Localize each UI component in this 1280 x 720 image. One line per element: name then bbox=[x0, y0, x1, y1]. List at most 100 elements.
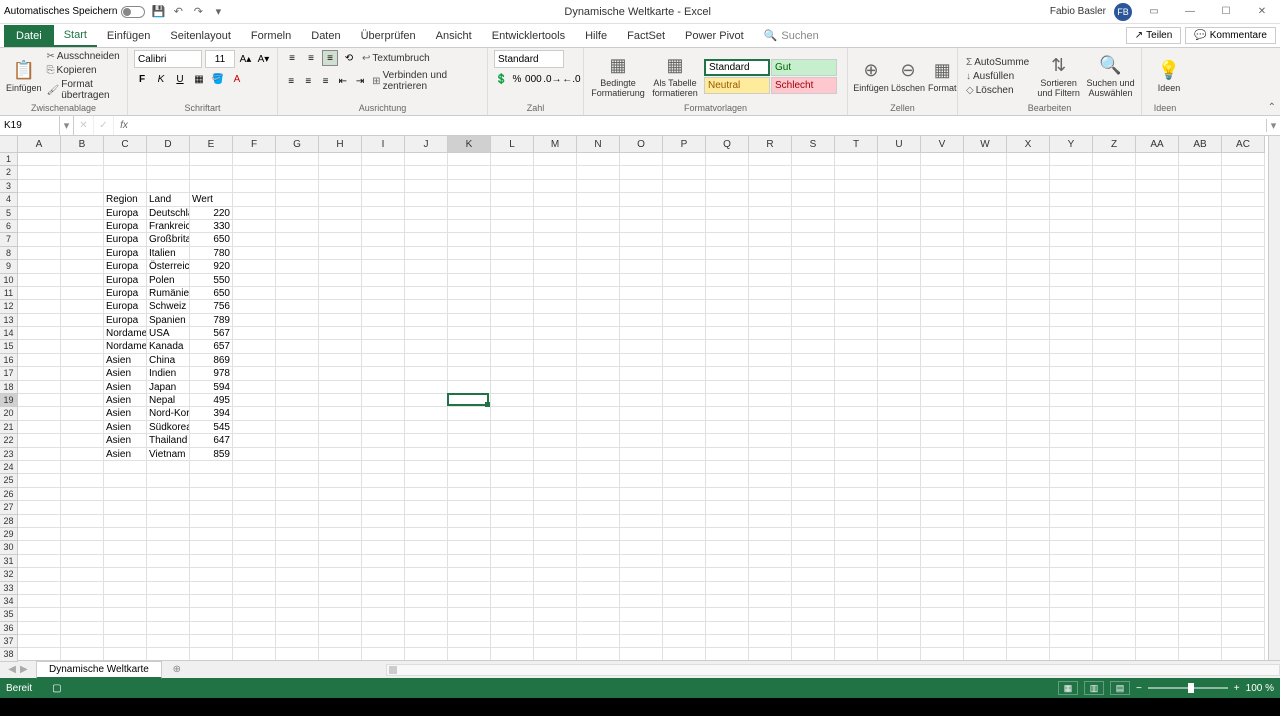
cell[interactable] bbox=[276, 394, 319, 407]
cell[interactable]: 859 bbox=[190, 448, 233, 461]
cell[interactable] bbox=[835, 381, 878, 394]
cell[interactable] bbox=[190, 153, 233, 166]
col-header[interactable]: I bbox=[362, 136, 405, 153]
search-box[interactable]: 🔍 Suchen bbox=[764, 29, 819, 42]
cell[interactable] bbox=[1050, 501, 1093, 514]
cell[interactable] bbox=[448, 381, 491, 394]
cell[interactable] bbox=[534, 622, 577, 635]
cell[interactable] bbox=[749, 153, 792, 166]
cell[interactable] bbox=[1007, 461, 1050, 474]
cell[interactable] bbox=[104, 648, 147, 660]
cell[interactable] bbox=[18, 448, 61, 461]
cell[interactable] bbox=[448, 648, 491, 660]
cell[interactable] bbox=[706, 582, 749, 595]
cell[interactable] bbox=[577, 260, 620, 273]
cell[interactable] bbox=[1179, 461, 1222, 474]
cell[interactable] bbox=[18, 180, 61, 193]
cell[interactable] bbox=[706, 501, 749, 514]
cell[interactable] bbox=[749, 635, 792, 648]
cell[interactable] bbox=[190, 608, 233, 621]
cell[interactable] bbox=[233, 193, 276, 206]
cell[interactable] bbox=[233, 635, 276, 648]
cell[interactable] bbox=[964, 448, 1007, 461]
cell[interactable] bbox=[792, 448, 835, 461]
cell[interactable]: Europa bbox=[104, 247, 147, 260]
cell[interactable] bbox=[448, 166, 491, 179]
cell[interactable] bbox=[362, 166, 405, 179]
row-header[interactable]: 14 bbox=[0, 327, 18, 340]
cell[interactable] bbox=[233, 528, 276, 541]
cell[interactable] bbox=[878, 220, 921, 233]
cell[interactable] bbox=[61, 381, 104, 394]
cell[interactable] bbox=[319, 474, 362, 487]
cell[interactable] bbox=[147, 568, 190, 581]
clear-button[interactable]: ◇Löschen bbox=[964, 84, 1031, 97]
cell[interactable] bbox=[18, 166, 61, 179]
cell[interactable] bbox=[104, 528, 147, 541]
cell[interactable] bbox=[1093, 582, 1136, 595]
cell[interactable] bbox=[1050, 622, 1093, 635]
cell[interactable] bbox=[835, 595, 878, 608]
cell[interactable] bbox=[1179, 300, 1222, 313]
cell[interactable] bbox=[1093, 314, 1136, 327]
cell[interactable] bbox=[1136, 448, 1179, 461]
cell[interactable] bbox=[835, 166, 878, 179]
cell[interactable] bbox=[921, 407, 964, 420]
cell[interactable] bbox=[534, 153, 577, 166]
cell[interactable] bbox=[362, 300, 405, 313]
cell[interactable] bbox=[878, 300, 921, 313]
cell[interactable] bbox=[1136, 300, 1179, 313]
cell[interactable] bbox=[835, 515, 878, 528]
cell[interactable] bbox=[706, 488, 749, 501]
cell[interactable] bbox=[276, 407, 319, 420]
cell[interactable] bbox=[1093, 166, 1136, 179]
cell[interactable] bbox=[319, 287, 362, 300]
cell[interactable] bbox=[921, 193, 964, 206]
cell[interactable] bbox=[319, 247, 362, 260]
cell[interactable] bbox=[1222, 367, 1265, 380]
cell[interactable] bbox=[663, 528, 706, 541]
cell[interactable] bbox=[1007, 595, 1050, 608]
cell[interactable] bbox=[1007, 153, 1050, 166]
underline-button[interactable]: U bbox=[172, 71, 188, 87]
cell[interactable] bbox=[147, 474, 190, 487]
cell[interactable] bbox=[18, 153, 61, 166]
name-box-dropdown[interactable]: ▾ bbox=[60, 116, 74, 135]
cell[interactable] bbox=[577, 608, 620, 621]
cell[interactable] bbox=[620, 394, 663, 407]
col-header[interactable]: G bbox=[276, 136, 319, 153]
cell[interactable] bbox=[1222, 501, 1265, 514]
cell[interactable]: Asien bbox=[104, 434, 147, 447]
cell[interactable] bbox=[663, 274, 706, 287]
cell[interactable]: 545 bbox=[190, 421, 233, 434]
cell[interactable] bbox=[18, 327, 61, 340]
cell[interactable] bbox=[706, 421, 749, 434]
cell[interactable] bbox=[792, 394, 835, 407]
cell[interactable] bbox=[276, 448, 319, 461]
vertical-scrollbar[interactable] bbox=[1268, 136, 1280, 660]
cell[interactable] bbox=[921, 153, 964, 166]
cell[interactable] bbox=[620, 260, 663, 273]
cell[interactable] bbox=[706, 528, 749, 541]
cell[interactable] bbox=[878, 287, 921, 300]
cell[interactable] bbox=[104, 608, 147, 621]
cell[interactable] bbox=[749, 541, 792, 554]
align-center-icon[interactable]: ≡ bbox=[301, 73, 315, 89]
cell[interactable] bbox=[276, 207, 319, 220]
cell[interactable] bbox=[1007, 582, 1050, 595]
cell[interactable] bbox=[319, 622, 362, 635]
cell[interactable] bbox=[534, 207, 577, 220]
cell[interactable] bbox=[1007, 648, 1050, 660]
row-header[interactable]: 24 bbox=[0, 461, 18, 474]
cell[interactable] bbox=[18, 434, 61, 447]
cell[interactable] bbox=[792, 193, 835, 206]
cell[interactable] bbox=[276, 541, 319, 554]
cell[interactable] bbox=[1136, 582, 1179, 595]
cell[interactable] bbox=[448, 287, 491, 300]
cell[interactable] bbox=[964, 193, 1007, 206]
cell[interactable] bbox=[405, 354, 448, 367]
cell[interactable] bbox=[577, 474, 620, 487]
find-select-button[interactable]: 🔍Suchen und Auswählen bbox=[1086, 50, 1135, 102]
cell[interactable] bbox=[706, 247, 749, 260]
cell[interactable] bbox=[964, 582, 1007, 595]
